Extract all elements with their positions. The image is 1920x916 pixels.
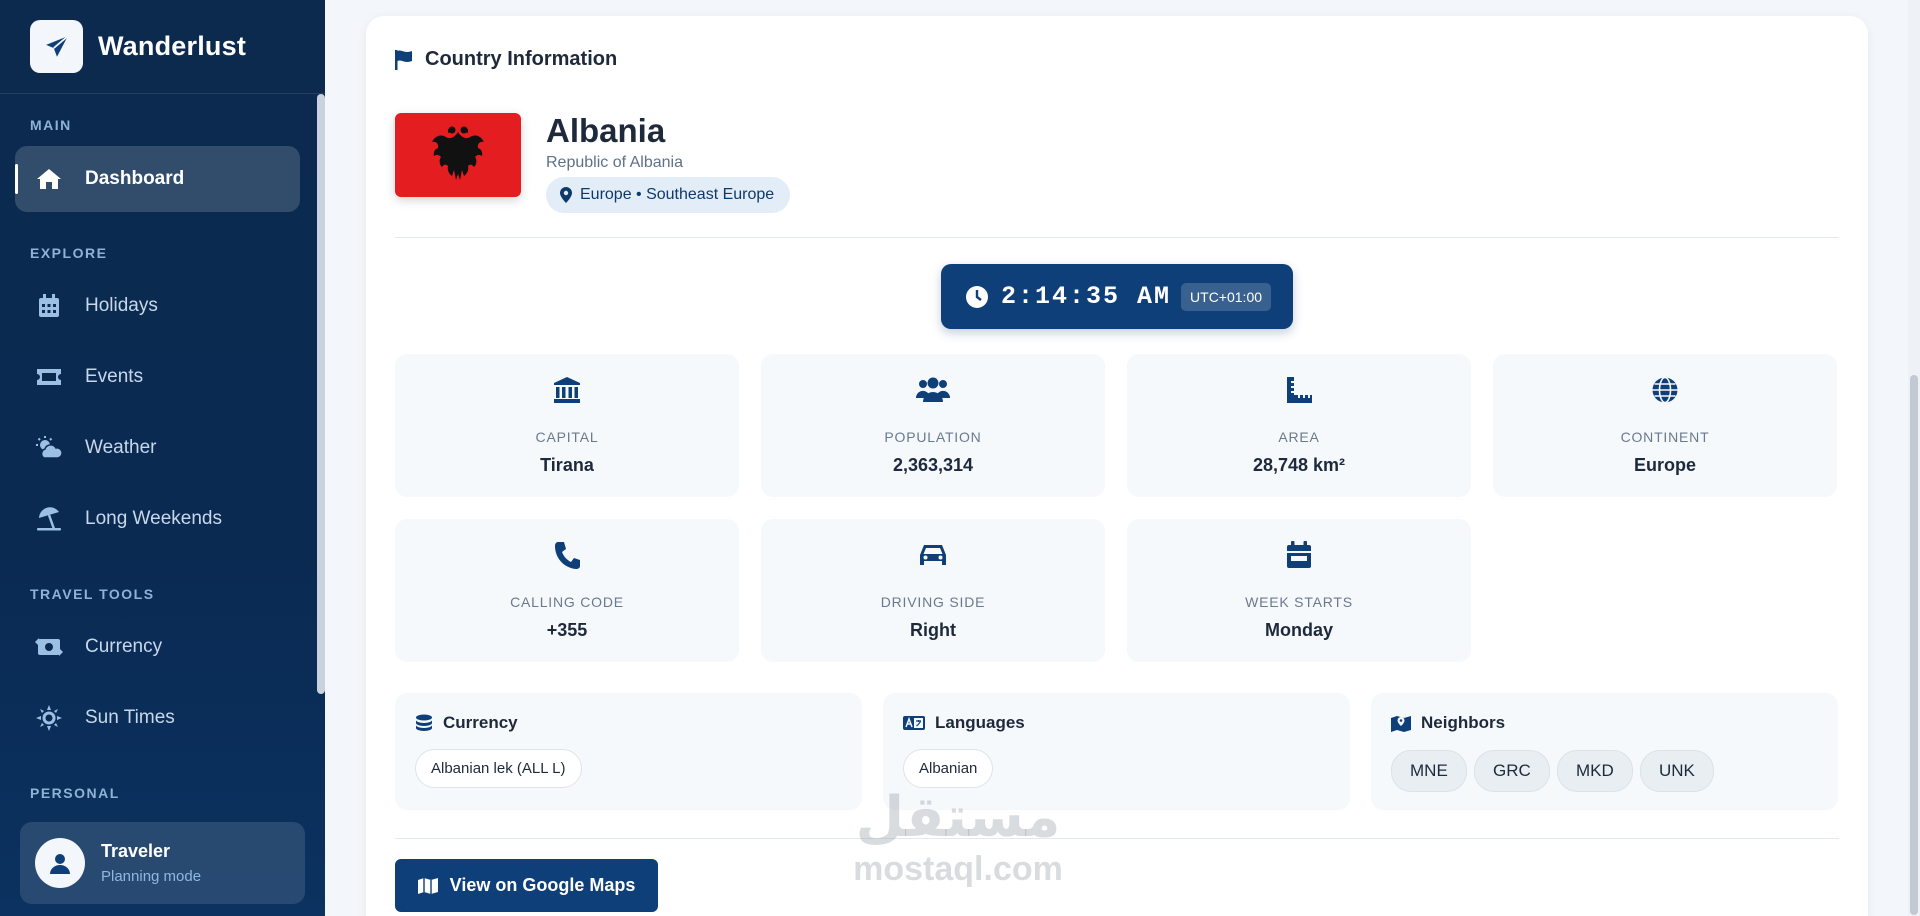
- region-text: Europe • Southeast Europe: [580, 186, 775, 203]
- umbrella-beach-icon: [35, 505, 63, 533]
- sidebar-item-dashboard[interactable]: Dashboard: [15, 146, 300, 212]
- section-label-travel-tools: TRAVEL TOOLS: [30, 586, 155, 602]
- map-pin-icon: [560, 187, 572, 203]
- stat-value: 28,748 km²: [1252, 455, 1346, 475]
- neighbors-box: Neighbors MNE GRC MKD UNK: [1371, 693, 1838, 810]
- stat-area: AREA 28,748 km²: [1127, 354, 1471, 497]
- country-info-card: Country Information Albania Republic of …: [366, 16, 1868, 916]
- timezone-badge: UTC+01:00: [1181, 282, 1272, 311]
- languages-title: Languages: [903, 713, 1025, 733]
- brand[interactable]: Wanderlust: [0, 0, 325, 94]
- sidebar-item-label: Weather: [85, 437, 157, 458]
- language-chip: Albanian: [903, 749, 994, 788]
- stat-continent: CONTINENT Europe: [1493, 354, 1837, 497]
- stat-label: DRIVING SIDE: [880, 594, 986, 610]
- stat-population: POPULATION 2,363,314: [761, 354, 1105, 497]
- stat-week-starts: WEEK STARTS Monday: [1127, 519, 1471, 662]
- user-icon: [50, 854, 70, 874]
- ruler-icon: [1127, 376, 1471, 406]
- users-icon: [761, 376, 1105, 406]
- ticket-icon: [35, 363, 63, 391]
- user-name: Traveler: [101, 841, 171, 861]
- sidebar-item-events[interactable]: Events: [15, 344, 300, 410]
- calendar-grid-icon: [35, 292, 63, 320]
- languages-box: Languages Albanian: [883, 693, 1350, 810]
- stat-value: Tirana: [540, 455, 594, 475]
- user-status: Planning mode: [101, 868, 202, 885]
- region-badge: Europe • Southeast Europe: [546, 177, 791, 213]
- section-label-explore: EXPLORE: [30, 245, 108, 261]
- stat-label: AREA: [1278, 429, 1320, 445]
- calendar-icon: [1127, 541, 1471, 571]
- divider: [395, 838, 1839, 839]
- brand-name: Wanderlust: [98, 31, 247, 61]
- neighbor-chip[interactable]: GRC: [1474, 750, 1550, 792]
- country-name: Albania: [546, 112, 666, 149]
- sidebar-item-label: Sun Times: [85, 707, 175, 728]
- stat-value: Europe: [1633, 455, 1696, 475]
- clock-time: 2:14:35 AM: [1001, 282, 1172, 311]
- main-scrollbar[interactable]: [1908, 0, 1920, 916]
- country-flag: [395, 113, 521, 197]
- stat-value: Right: [910, 620, 956, 640]
- globe-icon: [1493, 376, 1837, 406]
- local-time-clock: 2:14:35 AM UTC+01:00: [941, 264, 1293, 329]
- currency-title: Currency: [415, 713, 518, 733]
- currency-chip: Albanian lek (ALL L): [415, 749, 582, 788]
- stat-value: Monday: [1264, 620, 1333, 640]
- sidebar-item-label: Currency: [85, 636, 163, 657]
- home-icon: [35, 165, 63, 193]
- neighbor-chip[interactable]: MKD: [1557, 750, 1633, 792]
- stat-label: CAPITAL: [535, 429, 599, 445]
- sun-cloud-icon: [35, 434, 63, 462]
- stat-value: +355: [546, 620, 588, 640]
- sidebar-item-long-weekends[interactable]: Long Weekends: [15, 486, 300, 552]
- sun-icon: [35, 704, 63, 732]
- language-icon: [903, 716, 925, 730]
- map-icon: [417, 877, 438, 894]
- car-icon: [761, 541, 1105, 571]
- user-card[interactable]: Traveler Planning mode: [20, 822, 305, 904]
- sidebar-item-sun-times[interactable]: Sun Times: [15, 685, 300, 751]
- sidebar-item-label: Holidays: [85, 295, 158, 316]
- landmark-icon: [395, 376, 739, 406]
- stat-label: POPULATION: [884, 429, 982, 445]
- sidebar-item-label: Long Weekends: [85, 508, 222, 529]
- map-location-icon: [1391, 716, 1411, 732]
- phone-icon: [395, 541, 739, 571]
- stat-calling-code: CALLING CODE +355: [395, 519, 739, 662]
- stat-label: WEEK STARTS: [1245, 594, 1353, 610]
- neighbor-chip[interactable]: MNE: [1391, 750, 1467, 792]
- neighbor-chip[interactable]: UNK: [1640, 750, 1714, 792]
- flag-icon: [395, 49, 412, 70]
- coins-icon: [416, 714, 432, 731]
- currency-box: Currency Albanian lek (ALL L): [395, 693, 862, 810]
- sidebar-item-label: Dashboard: [85, 168, 185, 189]
- section-label-personal: PERSONAL: [30, 785, 120, 801]
- sidebar-item-weather[interactable]: Weather: [15, 415, 300, 481]
- sidebar-item-label: Events: [85, 366, 144, 387]
- view-on-google-maps-button[interactable]: View on Google Maps: [395, 859, 658, 912]
- official-name: Republic of Albania: [546, 154, 683, 171]
- avatar: [35, 838, 85, 888]
- neighbors-title: Neighbors: [1391, 713, 1505, 733]
- sidebar: Wanderlust MAIN Dashboard EXPLORE Holida…: [0, 0, 325, 916]
- money-exchange-icon: [35, 633, 63, 661]
- stat-value: 2,363,314: [892, 455, 974, 475]
- sidebar-scrollbar[interactable]: [317, 94, 325, 800]
- stat-label: CONTINENT: [1620, 429, 1710, 445]
- clock-icon: [966, 285, 988, 308]
- sidebar-item-holidays[interactable]: Holidays: [15, 273, 300, 339]
- paper-plane-icon: [30, 20, 83, 73]
- stat-label: CALLING CODE: [510, 594, 624, 610]
- card-title: Country Information: [425, 48, 618, 70]
- sidebar-item-currency[interactable]: Currency: [15, 614, 300, 680]
- stat-driving-side: DRIVING SIDE Right: [761, 519, 1105, 662]
- section-label-main: MAIN: [30, 117, 72, 133]
- card-header: Country Information: [395, 48, 617, 71]
- divider: [395, 237, 1839, 238]
- stat-capital: CAPITAL Tirana: [395, 354, 739, 497]
- double-headed-eagle-icon: [432, 126, 484, 180]
